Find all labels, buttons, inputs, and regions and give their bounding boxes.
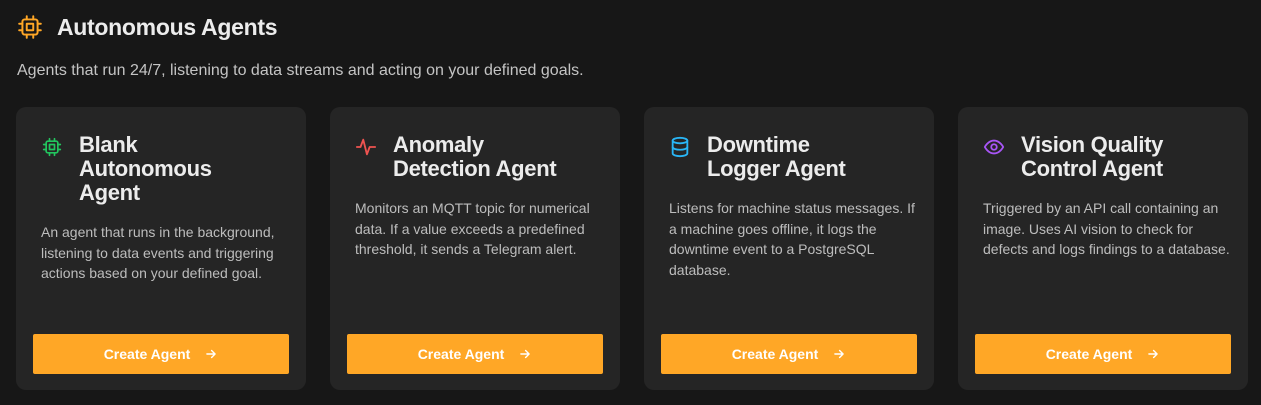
create-agent-button[interactable]: Create Agent [33, 334, 289, 374]
page-title: Autonomous Agents [57, 13, 278, 40]
card-header: Vision Quality Control Agent [983, 133, 1228, 181]
card-header: Downtime Logger Agent [669, 133, 914, 181]
section-header: Autonomous Agents [17, 13, 278, 41]
activity-pulse-icon [355, 136, 377, 158]
agent-card-vision-quality-control: Vision Quality Control Agent Triggered b… [958, 107, 1248, 390]
button-label: Create Agent [417, 346, 505, 362]
card-title: Blank Autonomous Agent [79, 133, 212, 205]
card-title-line: Autonomous [79, 156, 212, 181]
agent-card-list: Blank Autonomous Agent An agent that run… [16, 107, 1248, 390]
card-description: Listens for machine status messages. If … [669, 200, 915, 278]
arrow-right-icon [204, 347, 218, 361]
card-description: Monitors an MQTT topic for numerical dat… [355, 200, 590, 257]
create-agent-button[interactable]: Create Agent [661, 334, 917, 374]
button-label: Create Agent [731, 346, 819, 362]
card-title: Downtime Logger Agent [707, 133, 846, 181]
card-title-line: Vision Quality [1021, 132, 1164, 157]
button-label: Create Agent [1045, 346, 1133, 362]
agent-card-downtime-logger: Downtime Logger Agent Listens for machin… [644, 107, 934, 390]
card-title-line: Downtime [707, 132, 810, 157]
arrow-right-icon [832, 347, 846, 361]
card-title-line: Agent [79, 180, 140, 205]
arrow-right-icon [1146, 347, 1160, 361]
section-subtitle: Agents that run 24/7, listening to data … [17, 62, 584, 79]
eye-icon [983, 136, 1005, 158]
create-agent-button[interactable]: Create Agent [975, 334, 1231, 374]
card-title-line: Logger Agent [707, 156, 846, 181]
create-agent-button[interactable]: Create Agent [347, 334, 603, 374]
card-description: Triggered by an API call containing an i… [983, 200, 1230, 257]
agent-card-anomaly-detection: Anomaly Detection Agent Monitors an MQTT… [330, 107, 620, 390]
card-title-line: Detection Agent [393, 156, 557, 181]
autonomous-agents-section: Autonomous Agents Agents that run 24/7, … [0, 0, 1261, 405]
card-title-line: Anomaly [393, 132, 484, 157]
card-title: Vision Quality Control Agent [1021, 133, 1163, 181]
database-icon [669, 136, 691, 158]
cpu-chip-icon [41, 136, 63, 158]
button-label: Create Agent [103, 346, 191, 362]
cpu-chip-icon [17, 14, 43, 40]
arrow-right-icon [518, 347, 532, 361]
card-title-line: Control Agent [1021, 156, 1163, 181]
agent-card-blank-autonomous: Blank Autonomous Agent An agent that run… [16, 107, 306, 390]
card-title: Anomaly Detection Agent [393, 132, 557, 181]
card-header: Blank Autonomous Agent [41, 133, 286, 205]
card-title-line: Blank [79, 132, 138, 157]
card-header: Anomaly Detection Agent [355, 133, 600, 181]
card-description: An agent that runs in the background, li… [41, 224, 275, 281]
